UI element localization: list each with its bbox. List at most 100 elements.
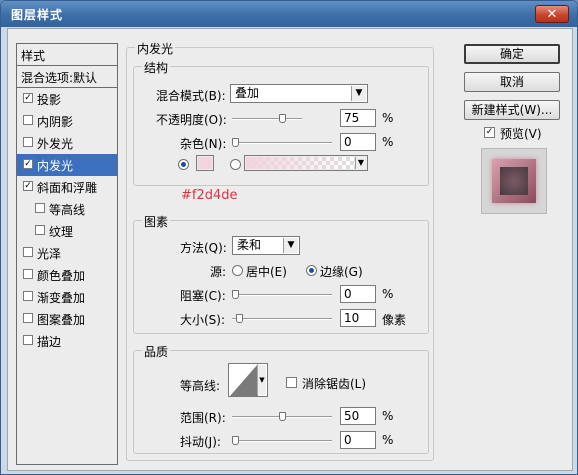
style-checkbox[interactable]: ✓ bbox=[23, 159, 33, 169]
size-slider-thumb[interactable] bbox=[236, 314, 243, 323]
style-checkbox[interactable] bbox=[23, 115, 33, 125]
jitter-slider-thumb[interactable] bbox=[232, 436, 239, 445]
range-unit: % bbox=[382, 409, 394, 423]
style-item[interactable]: 图案叠加 bbox=[17, 308, 117, 330]
style-item[interactable]: 描边 bbox=[17, 330, 117, 352]
solid-color-radio[interactable] bbox=[178, 159, 189, 170]
inner-glow-group: 内发光 结构 混合模式(B): 叠加 ▼ 不透明度(O): 75 % 杂色(N)… bbox=[126, 40, 434, 461]
range-slider-thumb[interactable] bbox=[279, 412, 286, 421]
choke-slider[interactable] bbox=[232, 290, 332, 300]
source-edge-radio[interactable] bbox=[306, 265, 317, 276]
blend-options-label: 混合选项:默认 bbox=[21, 71, 98, 85]
opacity-label: 不透明度(O): bbox=[156, 113, 227, 127]
style-item[interactable]: 渐变叠加 bbox=[17, 286, 117, 308]
style-checkbox[interactable]: ✓ bbox=[23, 93, 33, 103]
style-item-label: 纹理 bbox=[49, 225, 74, 239]
choke-slider-thumb[interactable] bbox=[232, 290, 239, 299]
contour-label: 等高线: bbox=[180, 379, 221, 393]
style-item-label: 等高线 bbox=[49, 203, 86, 217]
cancel-button[interactable]: 取消 bbox=[464, 72, 560, 92]
style-item[interactable]: 等高线 bbox=[17, 198, 117, 220]
new-style-button[interactable]: 新建样式(W)... bbox=[464, 100, 560, 120]
style-checkbox[interactable] bbox=[23, 291, 33, 301]
blend-options-item[interactable]: 混合选项:默认 bbox=[17, 66, 117, 88]
chevron-down-icon: ▼ bbox=[257, 365, 266, 395]
range-label: 范围(R): bbox=[180, 411, 226, 425]
structure-title: 结构 bbox=[142, 59, 171, 76]
style-item[interactable]: 外发光 bbox=[17, 132, 117, 154]
style-item[interactable]: ✓ 斜面和浮雕 bbox=[17, 176, 117, 198]
preview-swatch-inner bbox=[500, 167, 528, 195]
style-item[interactable]: 颜色叠加 bbox=[17, 264, 117, 286]
style-item-label: 斜面和浮雕 bbox=[37, 181, 98, 195]
chevron-down-icon: ▼ bbox=[355, 157, 366, 169]
jitter-input[interactable]: 0 bbox=[340, 431, 376, 449]
style-checkbox[interactable] bbox=[35, 203, 45, 213]
noise-input[interactable]: 0 bbox=[340, 133, 376, 151]
style-item-label: 光泽 bbox=[37, 247, 62, 261]
size-slider[interactable] bbox=[232, 314, 332, 324]
preview-checkbox[interactable]: ✓ bbox=[484, 127, 495, 138]
structure-group: 结构 混合模式(B): 叠加 ▼ 不透明度(O): 75 % 杂色(N): 0 … bbox=[133, 59, 429, 186]
style-item[interactable]: 光泽 bbox=[17, 242, 117, 264]
blend-mode-value: 叠加 bbox=[235, 86, 260, 100]
style-item-label: 描边 bbox=[37, 335, 62, 349]
source-edge-label[interactable]: 边缘(G) bbox=[320, 263, 363, 280]
dialog-body: 样式 混合选项:默认 ✓ 投影内阴影外发光 ✓ 内发光 ✓ 斜面和浮雕等高线纹理光泽颜色叠… bbox=[7, 28, 573, 471]
style-item-label: 内阴影 bbox=[37, 115, 74, 129]
style-checkbox[interactable] bbox=[23, 335, 33, 345]
style-checkbox[interactable] bbox=[23, 313, 33, 323]
style-checkbox[interactable] bbox=[23, 247, 33, 257]
styles-header[interactable]: 样式 bbox=[17, 44, 117, 66]
technique-select[interactable]: 柔和 ▼ bbox=[232, 236, 300, 255]
style-item[interactable]: 纹理 bbox=[17, 220, 117, 242]
style-checkbox[interactable] bbox=[23, 137, 33, 147]
style-item-label: 渐变叠加 bbox=[37, 291, 86, 305]
style-item-label: 内发光 bbox=[37, 159, 74, 173]
chevron-down-icon: ▼ bbox=[351, 86, 366, 101]
size-input[interactable]: 10 bbox=[340, 309, 376, 327]
gradient-radio[interactable] bbox=[230, 159, 241, 170]
style-checkbox[interactable] bbox=[35, 225, 45, 235]
range-input[interactable]: 50 bbox=[340, 407, 376, 425]
color-annotation: #f2d4de bbox=[181, 188, 238, 203]
antialias-checkbox[interactable] bbox=[286, 377, 297, 388]
window-title: 图层样式 bbox=[11, 8, 64, 22]
technique-value: 柔和 bbox=[237, 238, 262, 252]
blend-mode-select[interactable]: 叠加 ▼ bbox=[230, 84, 368, 103]
choke-unit: % bbox=[382, 287, 394, 301]
choke-input[interactable]: 0 bbox=[340, 285, 376, 303]
glow-color-swatch[interactable] bbox=[196, 155, 214, 171]
close-button[interactable]: ✕ bbox=[535, 5, 569, 23]
gradient-picker[interactable]: ▼ bbox=[244, 155, 368, 171]
antialias-label[interactable]: 消除锯齿(L) bbox=[302, 375, 366, 392]
jitter-label: 抖动(J): bbox=[180, 435, 221, 449]
noise-slider-thumb[interactable] bbox=[232, 138, 239, 147]
blend-mode-label: 混合模式(B): bbox=[156, 89, 226, 103]
layer-style-dialog: 图层样式 ✕ 样式 混合选项:默认 ✓ 投影内阴影外发光 ✓ 内发光 ✓ 斜面和浮雕等高线… bbox=[0, 0, 578, 475]
opacity-unit: % bbox=[382, 111, 394, 125]
style-item-label: 外发光 bbox=[37, 137, 74, 151]
jitter-slider[interactable] bbox=[232, 436, 332, 446]
style-checkbox[interactable]: ✓ bbox=[23, 181, 33, 191]
elements-title: 图素 bbox=[142, 213, 171, 230]
style-item[interactable]: 内阴影 bbox=[17, 110, 117, 132]
contour-picker[interactable]: ▼ bbox=[228, 363, 268, 397]
ok-button[interactable]: 确定 bbox=[464, 44, 560, 64]
quality-group: 品质 等高线: ▼ 消除锯齿(L) 范围(R): 50 % 抖动(J): 0 % bbox=[133, 343, 429, 454]
style-item[interactable]: ✓ 内发光 bbox=[17, 154, 117, 176]
preview-label[interactable]: 预览(V) bbox=[500, 125, 542, 142]
opacity-slider-thumb[interactable] bbox=[279, 114, 286, 123]
noise-slider[interactable] bbox=[232, 138, 332, 148]
source-center-label[interactable]: 居中(E) bbox=[246, 263, 287, 280]
source-center-radio[interactable] bbox=[232, 265, 243, 276]
contour-preview-icon bbox=[230, 364, 258, 396]
technique-label: 方法(Q): bbox=[180, 241, 227, 255]
style-item[interactable]: ✓ 投影 bbox=[17, 88, 117, 110]
style-checkbox[interactable] bbox=[23, 269, 33, 279]
title-bar[interactable]: 图层样式 ✕ bbox=[1, 1, 577, 27]
opacity-slider[interactable] bbox=[232, 114, 302, 124]
range-slider[interactable] bbox=[232, 412, 332, 422]
chevron-down-icon: ▼ bbox=[283, 238, 298, 253]
opacity-input[interactable]: 75 bbox=[340, 109, 376, 127]
